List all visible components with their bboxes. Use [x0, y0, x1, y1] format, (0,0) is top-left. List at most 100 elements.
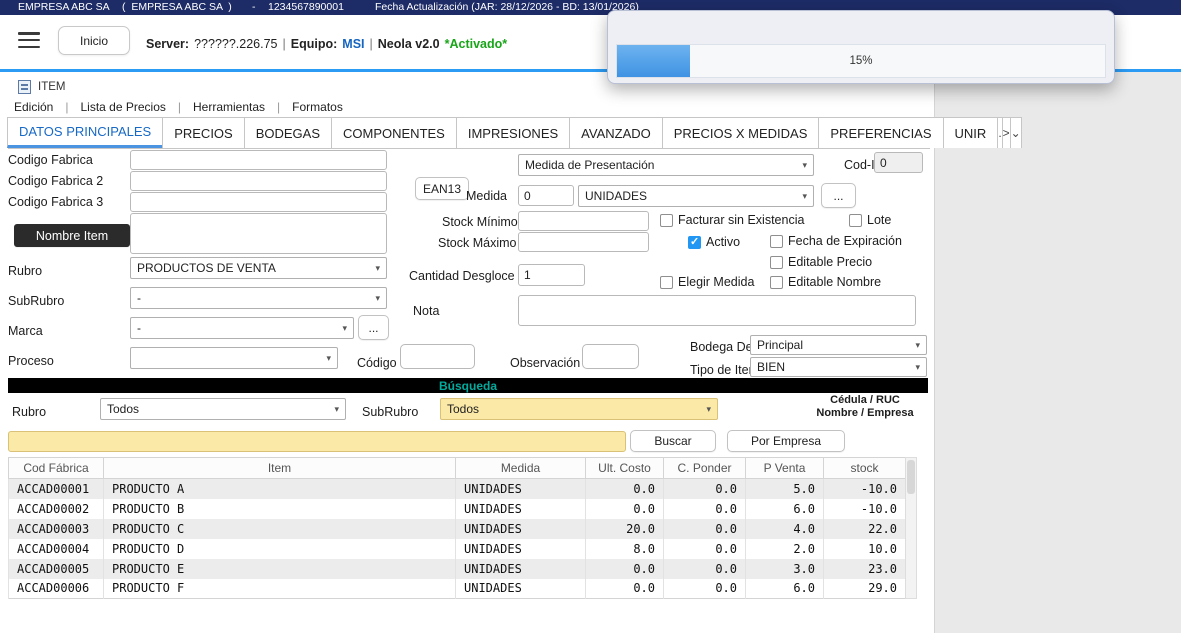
- cell-ult-costo[interactable]: 20.0: [586, 519, 664, 539]
- cell-p-venta[interactable]: 6.0: [746, 579, 824, 599]
- cell-medida[interactable]: UNIDADES: [456, 539, 586, 559]
- table-row[interactable]: ACCAD00002 PRODUCTO B UNIDADES 0.0 0.0 6…: [9, 499, 906, 519]
- cell-cod-fabrica[interactable]: ACCAD00002: [9, 499, 104, 519]
- menu-item[interactable]: Edición: [14, 100, 68, 114]
- cell-medida[interactable]: UNIDADES: [456, 579, 586, 599]
- table-row[interactable]: ACCAD00005 PRODUCTO E UNIDADES 0.0 0.0 3…: [9, 559, 906, 579]
- cell-stock[interactable]: 22.0: [824, 519, 906, 539]
- proceso-select[interactable]: ▾: [130, 347, 338, 369]
- cell-cod-fabrica[interactable]: ACCAD00003: [9, 519, 104, 539]
- column-header[interactable]: Item: [104, 458, 456, 479]
- checkbox-icon[interactable]: [770, 256, 783, 269]
- checkbox-icon[interactable]: [770, 235, 783, 248]
- cod-id-input[interactable]: [874, 152, 923, 173]
- cell-medida[interactable]: UNIDADES: [456, 499, 586, 519]
- marca-more-button[interactable]: ...: [358, 315, 389, 340]
- menu-icon[interactable]: [18, 32, 40, 48]
- search-subrubro-select[interactable]: Todos▾: [440, 398, 718, 420]
- table-row[interactable]: ACCAD00004 PRODUCTO D UNIDADES 8.0 0.0 2…: [9, 539, 906, 559]
- tab[interactable]: AVANZADO: [569, 117, 663, 148]
- table-scrollbar[interactable]: [905, 457, 917, 599]
- cell-medida[interactable]: UNIDADES: [456, 479, 586, 499]
- medida-more-button[interactable]: ...: [821, 183, 856, 208]
- tipo-item-select[interactable]: BIEN▾: [750, 357, 927, 377]
- cell-stock[interactable]: 10.0: [824, 539, 906, 559]
- column-header[interactable]: Medida: [456, 458, 586, 479]
- cell-cod-fabrica[interactable]: ACCAD00006: [9, 579, 104, 599]
- subrubro-select[interactable]: -▾: [130, 287, 387, 309]
- checkbox-icon[interactable]: [660, 276, 673, 289]
- cell-p-venta[interactable]: 6.0: [746, 499, 824, 519]
- por-empresa-button[interactable]: Por Empresa: [727, 430, 845, 452]
- cell-c-ponder[interactable]: 0.0: [664, 519, 746, 539]
- cell-cod-fabrica[interactable]: ACCAD00001: [9, 479, 104, 499]
- cell-item[interactable]: PRODUCTO A: [104, 479, 456, 499]
- cell-c-ponder[interactable]: 0.0: [664, 539, 746, 559]
- tab[interactable]: UNIR: [943, 117, 999, 148]
- tab[interactable]: IMPRESIONES: [456, 117, 570, 148]
- cell-ult-costo[interactable]: 8.0: [586, 539, 664, 559]
- ean13-button[interactable]: EAN13: [415, 177, 469, 200]
- medida-qty-input[interactable]: [518, 185, 574, 206]
- buscar-button[interactable]: Buscar: [630, 430, 716, 452]
- marca-select[interactable]: -▾: [130, 317, 354, 339]
- elegir-medida-checkbox[interactable]: Elegir Medida: [660, 275, 754, 289]
- cell-item[interactable]: PRODUCTO F: [104, 579, 456, 599]
- tab[interactable]: PRECIOS: [162, 117, 245, 148]
- inicio-button[interactable]: Inicio: [58, 26, 130, 55]
- editable-precio-checkbox[interactable]: Editable Precio: [770, 255, 872, 269]
- column-header[interactable]: C. Ponder: [664, 458, 746, 479]
- tab[interactable]: PREFERENCIAS: [818, 117, 943, 148]
- cell-ult-costo[interactable]: 0.0: [586, 579, 664, 599]
- nota-input[interactable]: [518, 295, 916, 326]
- cell-item[interactable]: PRODUCTO B: [104, 499, 456, 519]
- cell-cod-fabrica[interactable]: ACCAD00005: [9, 559, 104, 579]
- cell-c-ponder[interactable]: 0.0: [664, 499, 746, 519]
- nombre-item-textarea[interactable]: [130, 213, 387, 254]
- fecha-expiracion-checkbox[interactable]: Fecha de Expiración: [770, 234, 902, 248]
- cell-p-venta[interactable]: 3.0: [746, 559, 824, 579]
- rubro-select[interactable]: PRODUCTOS DE VENTA▾: [130, 257, 387, 279]
- codigo-input[interactable]: [400, 344, 475, 369]
- table-row[interactable]: ACCAD00001 PRODUCTO A UNIDADES 0.0 0.0 5…: [9, 479, 906, 499]
- column-header[interactable]: stock: [824, 458, 906, 479]
- nombre-item-button[interactable]: Nombre Item: [14, 224, 130, 247]
- codigo-fabrica-input[interactable]: [130, 150, 387, 170]
- cell-ult-costo[interactable]: 0.0: [586, 479, 664, 499]
- column-header[interactable]: P Venta: [746, 458, 824, 479]
- cell-stock[interactable]: 29.0: [824, 579, 906, 599]
- menu-item[interactable]: Lista de Precios: [80, 100, 181, 114]
- table-row[interactable]: ACCAD00003 PRODUCTO C UNIDADES 20.0 0.0 …: [9, 519, 906, 539]
- cantidad-desgloce-input[interactable]: [518, 264, 585, 286]
- editable-nombre-checkbox[interactable]: Editable Nombre: [770, 275, 881, 289]
- stock-max-input[interactable]: [518, 232, 649, 252]
- tab-dropdown-icon[interactable]: ⌄: [1010, 117, 1022, 148]
- tab[interactable]: BODEGAS: [244, 117, 332, 148]
- tab[interactable]: PRECIOS X MEDIDAS: [662, 117, 820, 148]
- activo-checkbox[interactable]: Activo: [688, 235, 740, 249]
- medida-presentacion-select[interactable]: Medida de Presentación▾: [518, 154, 814, 176]
- cell-p-venta[interactable]: 5.0: [746, 479, 824, 499]
- cell-p-venta[interactable]: 2.0: [746, 539, 824, 559]
- checkbox-icon[interactable]: [660, 214, 673, 227]
- checkbox-icon[interactable]: [688, 236, 701, 249]
- cell-medida[interactable]: UNIDADES: [456, 559, 586, 579]
- tab[interactable]: DATOS PRINCIPALES: [7, 117, 163, 148]
- cell-c-ponder[interactable]: 0.0: [664, 579, 746, 599]
- search-input[interactable]: [8, 431, 626, 452]
- stock-min-input[interactable]: [518, 211, 649, 231]
- codigo-fabrica2-input[interactable]: [130, 171, 387, 191]
- column-header[interactable]: Ult. Costo: [586, 458, 664, 479]
- observacion-input[interactable]: [582, 344, 639, 369]
- cell-stock[interactable]: -10.0: [824, 499, 906, 519]
- checkbox-icon[interactable]: [770, 276, 783, 289]
- codigo-fabrica3-input[interactable]: [130, 192, 387, 212]
- cell-stock[interactable]: 23.0: [824, 559, 906, 579]
- cell-ult-costo[interactable]: 0.0: [586, 499, 664, 519]
- cell-medida[interactable]: UNIDADES: [456, 519, 586, 539]
- cell-item[interactable]: PRODUCTO C: [104, 519, 456, 539]
- table-row[interactable]: ACCAD00006 PRODUCTO F UNIDADES 0.0 0.0 6…: [9, 579, 906, 599]
- tab[interactable]: COMPONENTES: [331, 117, 457, 148]
- facturar-checkbox[interactable]: Facturar sin Existencia: [660, 213, 804, 227]
- bodega-default-select[interactable]: Principal▾: [750, 335, 927, 355]
